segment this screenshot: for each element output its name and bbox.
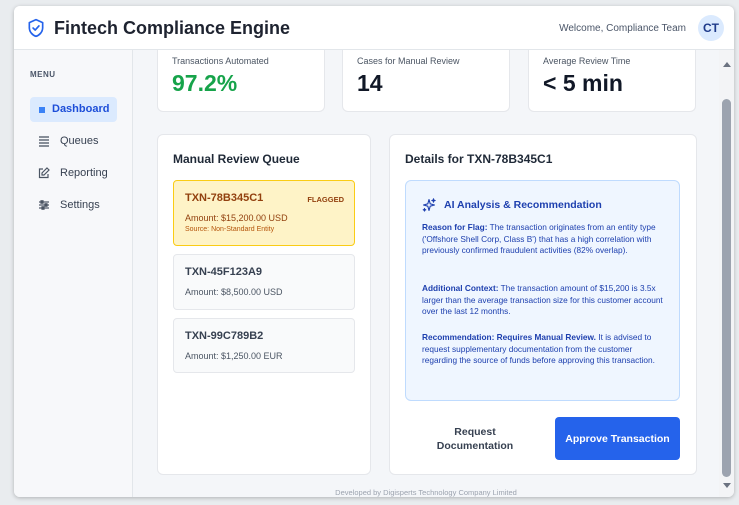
stat-card-review-time: Average Review Time < 5 min [528,50,696,112]
txn-id: TXN-78B345C1 [185,192,264,204]
ai-analysis-header: AI Analysis & Recommendation [422,197,662,213]
txn-id: TXN-99C789B2 [185,330,264,342]
vertical-scrollbar[interactable] [719,50,734,497]
approve-transaction-button[interactable]: Approve Transaction [555,417,680,460]
request-documentation-button[interactable]: Request Documentation [420,418,530,460]
stat-value: < 5 min [543,70,623,96]
txn-amount: Amount: $15,200.00 USD [185,213,288,223]
scroll-thumb[interactable] [722,99,731,477]
sidebar-item-settings[interactable]: Settings [30,193,117,218]
recommendation-paragraph: Recommendation: Requires Manual Review. … [422,332,668,367]
app-window: Fintech Compliance Engine Welcome, Compl… [14,6,734,497]
queue-item-txn-99c789b2[interactable]: TXN-99C789B2 Amount: $1,250.00 EUR [173,318,355,373]
sparkles-icon [422,198,436,212]
avatar[interactable]: CT [698,15,724,41]
edit-icon [38,167,50,179]
context-paragraph: Additional Context: The transaction amou… [422,283,668,318]
context-label: Additional Context: [422,283,499,293]
flagged-badge: FLAGGED [307,195,344,204]
dashboard-icon [39,107,45,113]
shield-check-icon [28,18,44,38]
manual-review-queue-panel: Manual Review Queue TXN-78B345C1 FLAGGED… [157,134,371,475]
ai-analysis-title: AI Analysis & Recommendation [444,199,602,211]
top-header: Fintech Compliance Engine Welcome, Compl… [14,6,734,50]
stat-card-manual-review: Cases for Manual Review 14 [342,50,510,112]
stat-value: 14 [357,70,383,96]
panel-title: Manual Review Queue [173,152,300,166]
reason-label: Reason for Flag: [422,222,488,232]
txn-amount: Amount: $8,500.00 USD [185,287,283,297]
scroll-up-arrow-icon[interactable] [723,62,731,67]
stat-label: Transactions Automated [172,56,269,66]
scroll-down-arrow-icon[interactable] [723,483,731,488]
stat-value: 97.2% [172,70,238,96]
queue-item-txn-45f123a9[interactable]: TXN-45F123A9 Amount: $8,500.00 USD [173,254,355,310]
footer-text: Developed by Digisperts Technology Compa… [335,488,517,497]
txn-source: Source: Non-Standard Entity [185,226,275,233]
list-icon [39,136,49,147]
sidebar-item-label: Reporting [60,167,108,179]
sliders-icon [39,200,49,210]
main-content: Transactions Automated 97.2% Cases for M… [133,50,719,497]
recommendation-label: Recommendation: Requires Manual Review. [422,332,596,342]
sidebar-item-reporting[interactable]: Reporting [30,161,117,186]
sidebar-item-label: Queues [60,135,99,147]
app-title: Fintech Compliance Engine [54,18,291,38]
sidebar: MENU Dashboard Queues Reporting Settings [14,50,133,497]
stat-card-automated: Transactions Automated 97.2% [157,50,325,112]
sidebar-item-queues[interactable]: Queues [30,129,117,154]
reason-paragraph: Reason for Flag: The transaction origina… [422,222,668,257]
transaction-details-panel: Details for TXN-78B345C1 AI Analysis & R… [389,134,697,475]
stat-label: Cases for Manual Review [357,56,460,66]
welcome-text: Welcome, Compliance Team [559,23,686,34]
txn-id: TXN-45F123A9 [185,266,263,278]
menu-label: MENU [30,70,56,79]
sidebar-item-label: Dashboard [52,103,110,115]
sidebar-item-dashboard[interactable]: Dashboard [30,97,117,122]
sidebar-item-label: Settings [60,199,100,211]
stat-label: Average Review Time [543,56,631,66]
txn-amount: Amount: $1,250.00 EUR [185,351,283,361]
panel-title: Details for TXN-78B345C1 [405,152,553,166]
ai-analysis-box: AI Analysis & Recommendation Reason for … [405,180,680,401]
queue-item-txn-78b345c1[interactable]: TXN-78B345C1 FLAGGED Amount: $15,200.00 … [173,180,355,246]
